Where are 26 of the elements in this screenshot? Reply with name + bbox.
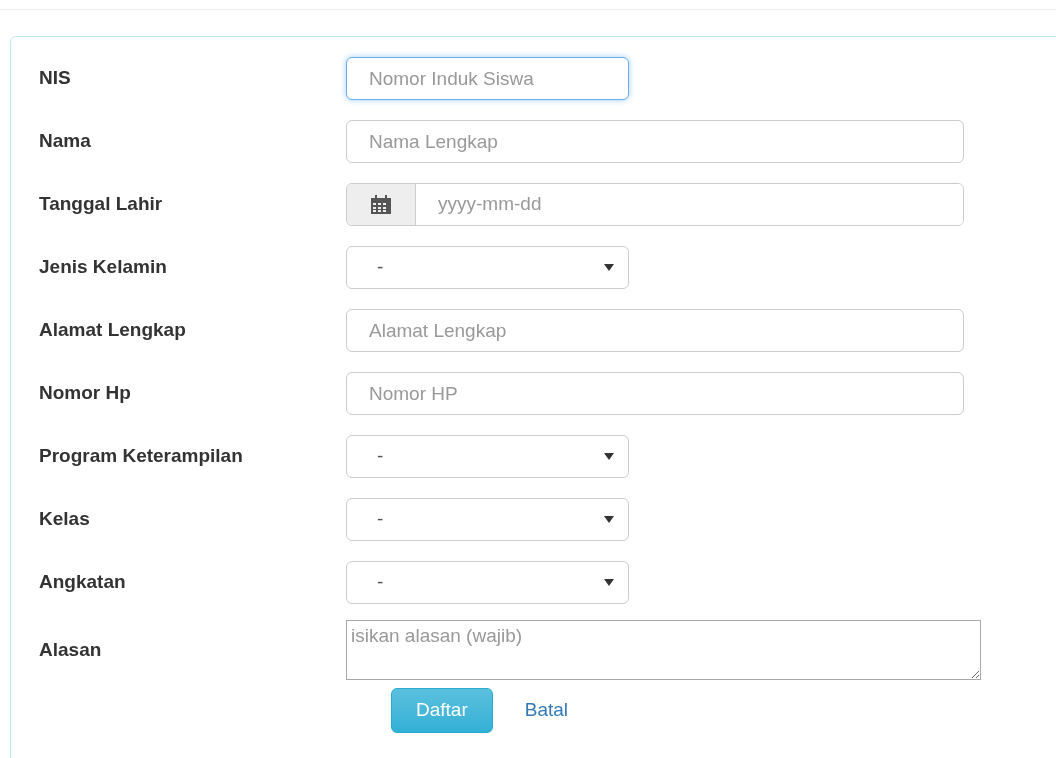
dropdown-select[interactable]: -	[346, 561, 629, 604]
field-label: Nomor Hp	[38, 381, 132, 406]
dropdown-caret-icon	[604, 264, 614, 271]
field-label: NIS	[38, 66, 72, 91]
date-input-field[interactable]: yyyy-mm-dd	[346, 183, 964, 226]
text-input-field[interactable]: Alamat Lengkap	[346, 309, 964, 352]
field-label: Nama	[38, 129, 92, 154]
text-input-field[interactable]: Nomor HP	[346, 372, 964, 415]
field-label: Tanggal Lahir	[38, 192, 164, 217]
text-input-field[interactable]: Nama Lengkap	[346, 120, 964, 163]
dropdown-select[interactable]: -	[346, 246, 629, 289]
field-label: Jenis Kelamin	[38, 255, 168, 280]
field-label: Program Keterampilan	[38, 444, 244, 469]
text-input-field[interactable]: Nomor Induk Siswa	[346, 57, 629, 100]
field-label: Kelas	[38, 507, 91, 532]
dropdown-select[interactable]: -	[346, 498, 629, 541]
dropdown-caret-icon	[604, 453, 614, 460]
dropdown-select[interactable]: -	[346, 435, 629, 478]
reason-textarea[interactable]: isikan alasan (wajib)	[346, 620, 981, 680]
field-label: Angkatan	[38, 570, 127, 595]
field-label: Alasan	[38, 637, 103, 662]
dropdown-caret-icon	[604, 516, 614, 523]
dropdown-caret-icon	[604, 579, 614, 586]
calendar-icon	[370, 194, 392, 215]
cancel-link[interactable]: Batal	[524, 696, 569, 725]
field-label: Alamat Lengkap	[38, 318, 187, 343]
